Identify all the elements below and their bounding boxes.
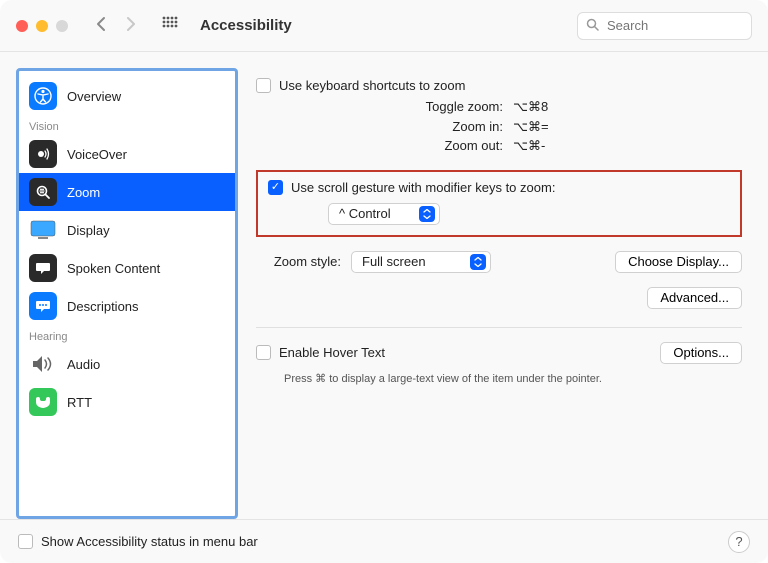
rtt-icon — [29, 388, 57, 416]
nav-arrows — [96, 16, 136, 35]
sidebar-item-label: Zoom — [67, 185, 100, 200]
scroll-gesture-highlight: Use scroll gesture with modifier keys to… — [256, 170, 742, 237]
zoom-out-keys: ⌥⌘- — [513, 136, 545, 156]
scroll-gesture-label: Use scroll gesture with modifier keys to… — [291, 180, 555, 195]
zoom-in-label: Zoom in: — [408, 117, 503, 137]
sidebar-item-descriptions[interactable]: Descriptions — [19, 287, 235, 325]
search-icon — [586, 18, 599, 34]
modifier-key-dropdown[interactable]: ^ Control — [328, 203, 440, 225]
sidebar-item-overview[interactable]: Overview — [19, 77, 235, 115]
shortcut-list: Toggle zoom: ⌥⌘8 Zoom in: ⌥⌘= Zoom out: ⌥⌘- — [256, 97, 742, 156]
show-status-label: Show Accessibility status in menu bar — [41, 534, 258, 549]
sidebar-item-rtt[interactable]: RTT — [19, 383, 235, 421]
zoom-style-dropdown[interactable]: Full screen — [351, 251, 491, 273]
sidebar-item-zoom[interactable]: Zoom — [19, 173, 235, 211]
footer: Show Accessibility status in menu bar ? — [0, 519, 768, 563]
keyboard-shortcuts-checkbox[interactable] — [256, 78, 271, 93]
titlebar: Accessibility — [0, 0, 768, 52]
modifier-key-value: ^ Control — [339, 206, 391, 221]
search-field[interactable] — [577, 12, 752, 40]
search-input[interactable] — [605, 17, 768, 34]
sidebar-item-display[interactable]: Display — [19, 211, 235, 249]
window-controls — [16, 20, 68, 32]
zoom-out-label: Zoom out: — [408, 136, 503, 156]
hover-text-description: Press ⌘ to display a large-text view of … — [284, 372, 742, 385]
hover-text-label: Enable Hover Text — [279, 345, 385, 360]
scroll-gesture-checkbox[interactable] — [268, 180, 283, 195]
close-window-button[interactable] — [16, 20, 28, 32]
sidebar-item-label: Display — [67, 223, 110, 238]
forward-button[interactable] — [125, 16, 136, 35]
sidebar-item-label: Overview — [67, 89, 121, 104]
preferences-window: Accessibility Overview Vision Voi — [0, 0, 768, 563]
maximize-window-button[interactable] — [56, 20, 68, 32]
spoken-content-icon — [29, 254, 57, 282]
zoom-style-value: Full screen — [362, 254, 426, 269]
sidebar: Overview Vision VoiceOver Zoom Display — [16, 68, 238, 519]
show-all-button[interactable] — [162, 16, 178, 35]
audio-icon — [29, 350, 57, 378]
keyboard-shortcuts-label: Use keyboard shortcuts to zoom — [279, 78, 465, 93]
choose-display-button[interactable]: Choose Display... — [615, 251, 742, 273]
divider — [256, 327, 742, 328]
voiceover-icon — [29, 140, 57, 168]
sidebar-section-vision: Vision — [19, 115, 235, 135]
dropdown-chevron-icon — [470, 254, 486, 270]
zoom-icon — [29, 178, 57, 206]
hover-text-checkbox[interactable] — [256, 345, 271, 360]
hover-text-options-button[interactable]: Options... — [660, 342, 742, 364]
toggle-zoom-label: Toggle zoom: — [408, 97, 503, 117]
toggle-zoom-keys: ⌥⌘8 — [513, 97, 548, 117]
zoom-style-label: Zoom style: — [256, 254, 341, 269]
window-title: Accessibility — [200, 17, 292, 34]
sidebar-item-spoken-content[interactable]: Spoken Content — [19, 249, 235, 287]
display-icon — [29, 216, 57, 244]
sidebar-section-hearing: Hearing — [19, 325, 235, 345]
minimize-window-button[interactable] — [36, 20, 48, 32]
show-status-checkbox[interactable] — [18, 534, 33, 549]
sidebar-item-label: RTT — [67, 395, 92, 410]
zoom-in-keys: ⌥⌘= — [513, 117, 549, 137]
advanced-button[interactable]: Advanced... — [647, 287, 742, 309]
back-button[interactable] — [96, 16, 107, 35]
sidebar-item-voiceover[interactable]: VoiceOver — [19, 135, 235, 173]
zoom-settings-pane: Use keyboard shortcuts to zoom Toggle zo… — [256, 68, 752, 519]
help-button[interactable]: ? — [728, 531, 750, 553]
sidebar-item-label: Descriptions — [67, 299, 139, 314]
sidebar-item-audio[interactable]: Audio — [19, 345, 235, 383]
sidebar-item-label: VoiceOver — [67, 147, 127, 162]
descriptions-icon — [29, 292, 57, 320]
sidebar-item-label: Spoken Content — [67, 261, 160, 276]
accessibility-icon — [29, 82, 57, 110]
dropdown-chevron-icon — [419, 206, 435, 222]
sidebar-item-label: Audio — [67, 357, 100, 372]
